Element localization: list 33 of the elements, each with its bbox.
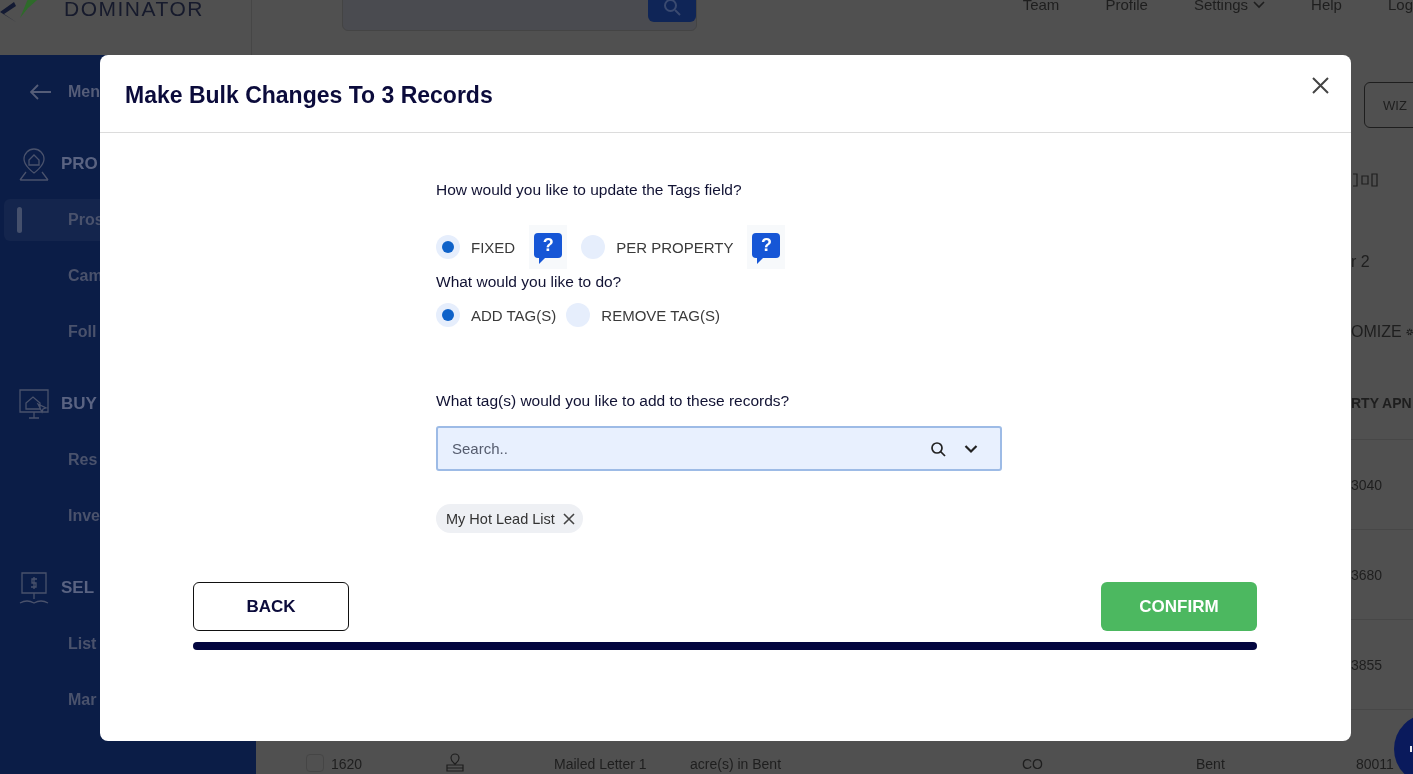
dollar-monitor-icon (18, 571, 50, 605)
map-pin-icon (445, 752, 465, 772)
remove-icon[interactable] (562, 512, 575, 525)
help-button[interactable]: ? (747, 225, 786, 269)
modal-title: Make Bulk Changes To 3 Records (125, 82, 494, 109)
back-button[interactable]: BACK (193, 582, 349, 631)
close-icon[interactable] (1312, 77, 1329, 94)
search-field[interactable] (341, 0, 697, 31)
radio-option[interactable]: REMOVE TAG(S) (566, 303, 720, 327)
logo-text: DOMINATOR (64, 0, 204, 21)
section-title: BUY (61, 394, 97, 414)
map-pin-house-icon (18, 147, 50, 181)
question-text: What tag(s) would you like to add to these records? (436, 392, 791, 410)
search-field[interactable]: Search.. (436, 426, 1002, 471)
radio-option[interactable]: ADD TAG(S) (436, 303, 557, 327)
tag-chip: My Hot Lead List (436, 504, 583, 533)
search-icon (662, 0, 681, 16)
menu-label[interactable]: Men (68, 83, 100, 101)
help-button[interactable]: ? (529, 225, 568, 269)
search-icon[interactable] (930, 441, 946, 457)
confirm-button[interactable]: CONFIRM (1101, 582, 1257, 631)
section-title: PRO (61, 154, 98, 174)
question-text: What would you like to do? (436, 273, 623, 291)
radio-option[interactable]: FIXED (436, 235, 516, 259)
question-text: How would you like to update the Tags field? (436, 181, 743, 199)
section-title: SEL (61, 578, 95, 598)
search-button[interactable] (647, 0, 696, 22)
columns-icon[interactable] (1352, 173, 1378, 187)
house-monitor-icon (18, 388, 50, 420)
chevron-down-icon (1253, 0, 1266, 9)
radio-option[interactable]: PER PROPERTY (581, 235, 734, 259)
back-arrow-icon[interactable] (30, 84, 52, 100)
chevron-down-icon[interactable] (964, 444, 978, 454)
